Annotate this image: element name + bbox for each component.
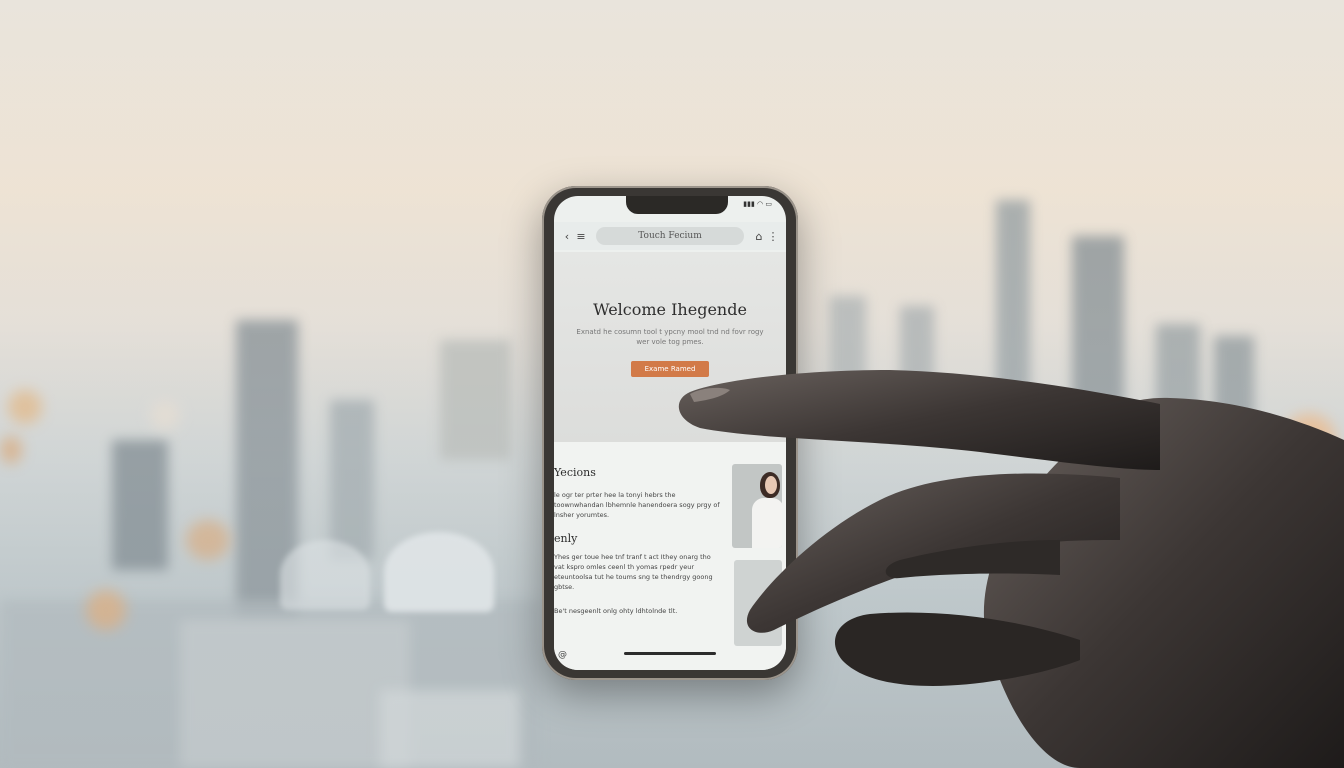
profile-photo-thumbnail[interactable] [732,464,782,548]
hero-title: Welcome Ihegende [593,300,747,319]
phone-notch [626,196,728,214]
browser-toolbar: ‹ ≡ Touch Fecium ⌂ ⋮ [554,222,786,250]
signal-icon: ▮▮▮ [743,200,755,208]
cta-button[interactable]: Exame Ramed [630,361,710,377]
menu-icon[interactable]: ≡ [574,230,588,243]
section-body: Be't nesgeenlt onlg ohty ldhtolnde tlt. [554,607,678,615]
section-heading: Yecions [554,466,596,479]
content-section: Yecions le ogr ter prter hee la tonyi he… [554,442,786,670]
person-body [752,498,782,548]
section-body: le ogr ter prter hee la tonyi hebrs the … [554,491,720,519]
smartphone: ▮▮▮ ◠ ▭ ‹ ≡ Touch Fecium ⌂ ⋮ Welcome Ihe… [542,186,798,680]
back-icon[interactable]: ‹ [560,230,574,243]
battery-icon: ▭ [765,200,772,208]
accessibility-icon[interactable]: @ [558,650,567,660]
section-body: Yhes ger toue hee tnf tranf t act Ithey … [554,553,713,591]
hero-section: Welcome Ihegende Exnatd he cosumn tool t… [554,252,786,442]
wifi-icon: ◠ [757,200,764,208]
home-indicator[interactable] [624,652,716,655]
section-heading: enly [554,532,578,545]
image-thumbnail[interactable] [734,560,782,646]
phone-screen: ▮▮▮ ◠ ▭ ‹ ≡ Touch Fecium ⌂ ⋮ Welcome Ihe… [554,196,786,670]
hero-subtitle: Exnatd he cosumn tool t ypcny mool tnd n… [576,328,764,346]
more-icon[interactable]: ⋮ [766,230,780,243]
address-bar[interactable]: Touch Fecium [596,227,744,245]
person-face [765,476,777,494]
status-bar: ▮▮▮ ◠ ▭ [743,200,772,208]
home-icon[interactable]: ⌂ [752,230,766,243]
